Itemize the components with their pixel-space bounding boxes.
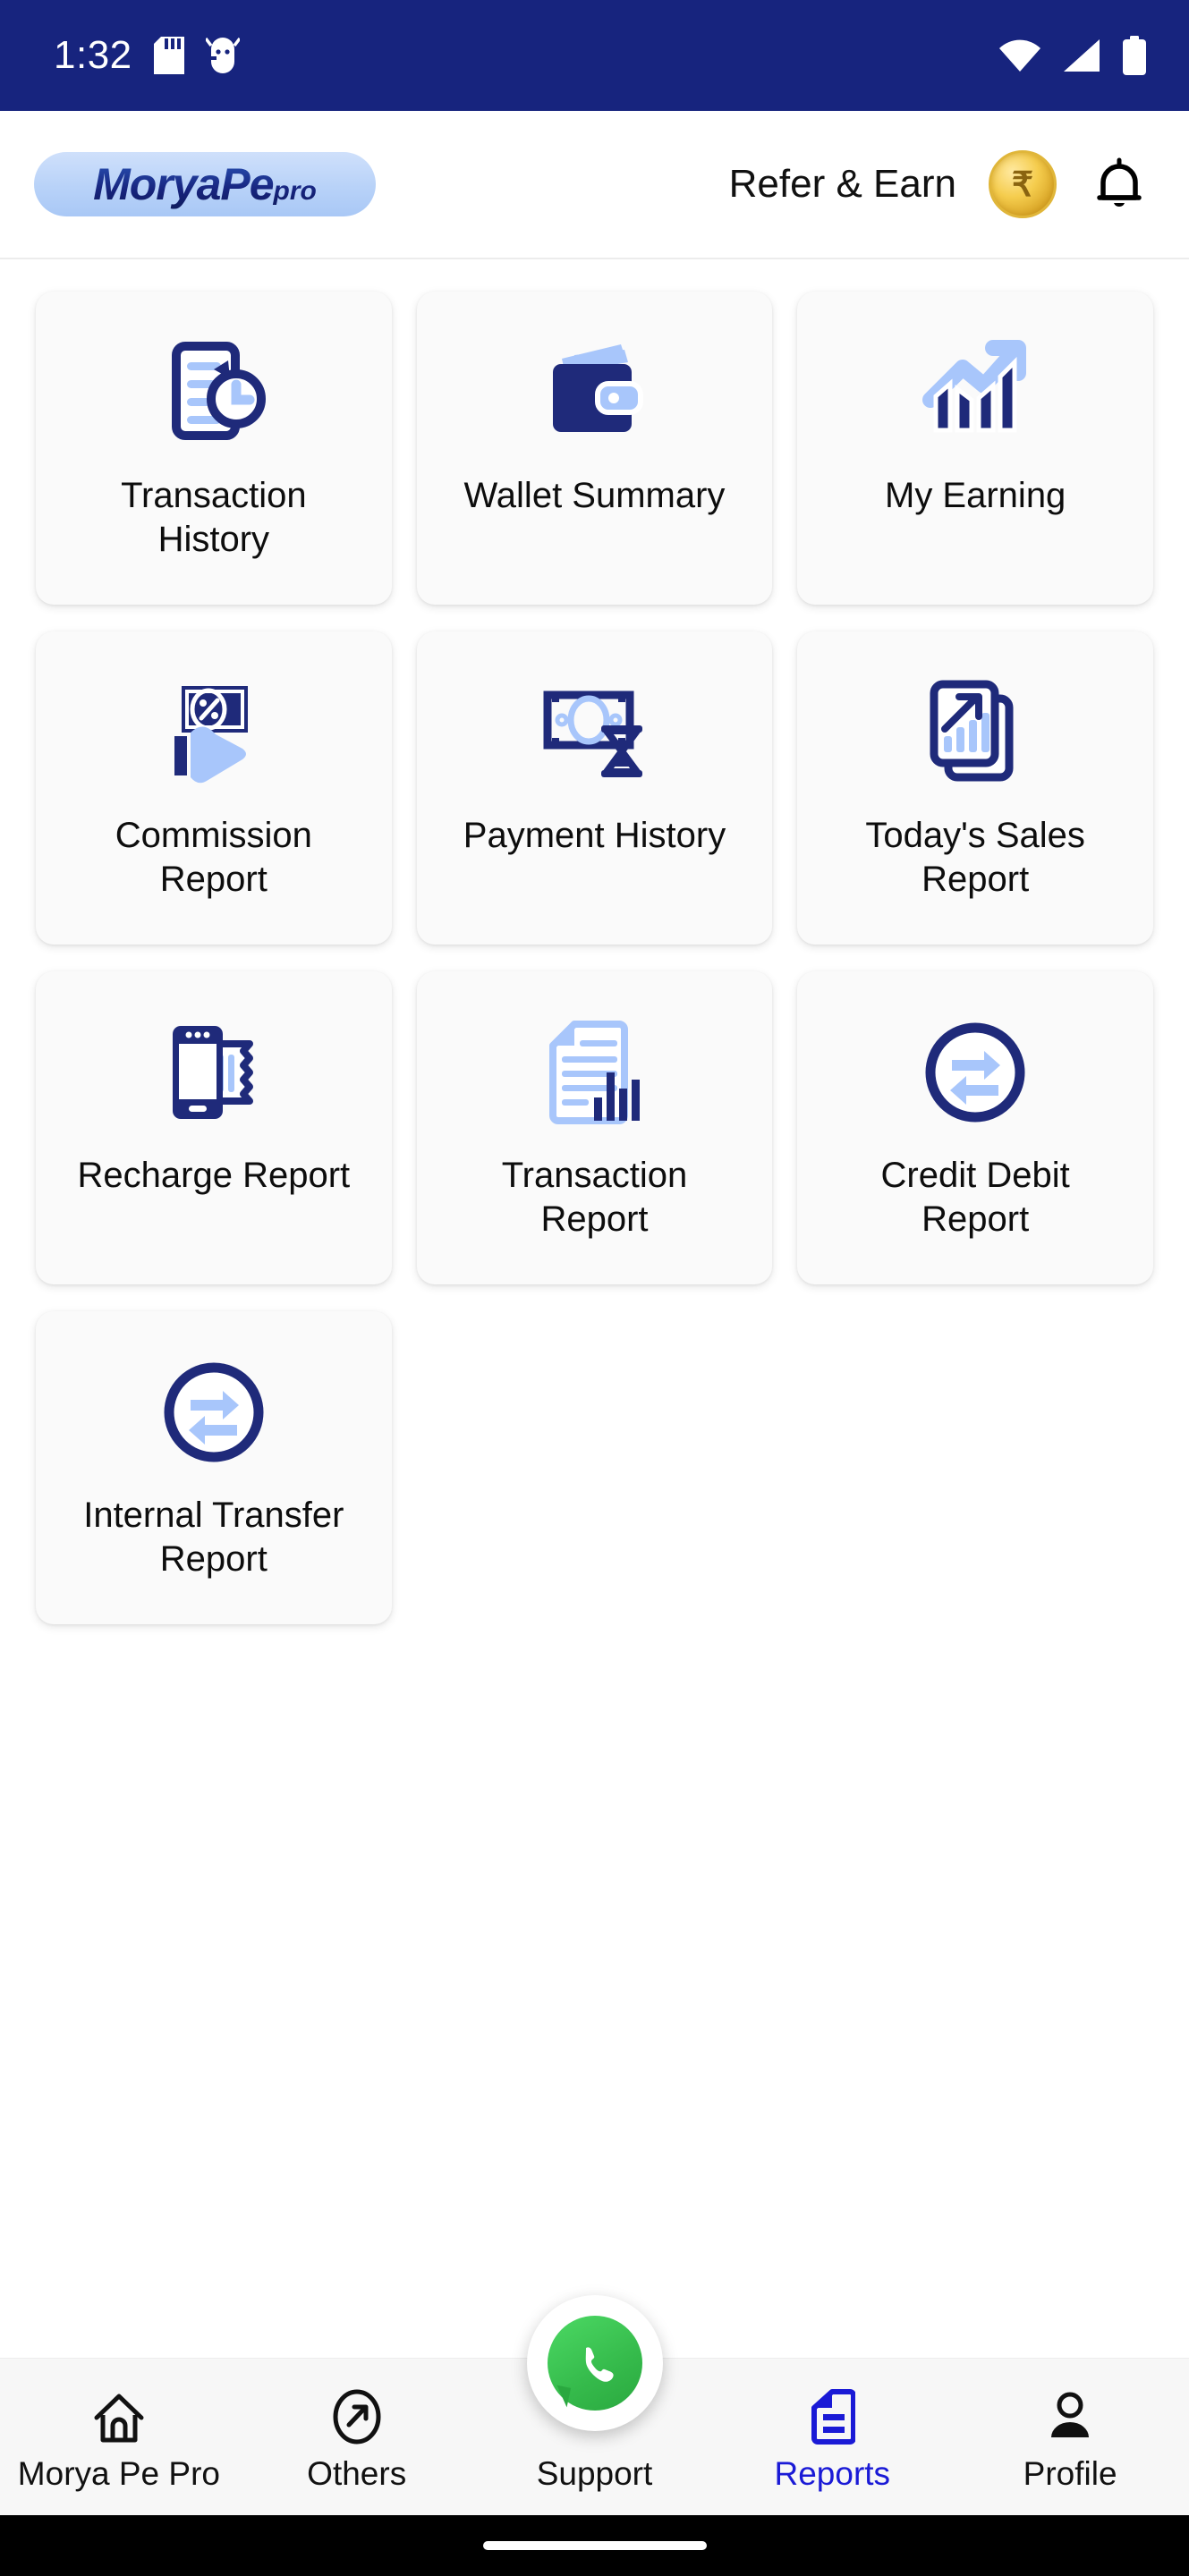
report-card-label: Internal Transfer Report bbox=[83, 1496, 344, 1579]
app-header: MoryaPepro Refer & Earn ₹ bbox=[0, 111, 1189, 259]
android-debug-icon bbox=[205, 37, 240, 73]
report-card-transaction-history[interactable]: Transaction History bbox=[36, 292, 392, 605]
system-gesture-bar bbox=[0, 2515, 1189, 2576]
nav-item-label: Morya Pe Pro bbox=[17, 2454, 220, 2492]
nav-item-label: Profile bbox=[1023, 2454, 1117, 2492]
document-barchart-icon bbox=[429, 1005, 760, 1140]
nav-item-reports[interactable]: Reports bbox=[713, 2382, 951, 2493]
report-card-label: Today's Sales Report bbox=[865, 816, 1085, 899]
status-bar-left: 1:32 bbox=[54, 33, 240, 78]
header-actions: Refer & Earn ₹ bbox=[729, 150, 1150, 218]
report-card-label: Transaction History bbox=[121, 476, 307, 559]
nav-item-label: Others bbox=[307, 2454, 407, 2492]
report-card-payment-history[interactable]: Payment History bbox=[416, 631, 773, 945]
report-card-label: Commission Report bbox=[115, 816, 312, 899]
transfer-arrows-circle-icon bbox=[810, 1005, 1141, 1140]
reports-section: Transaction History Wallet Summary My Ea… bbox=[0, 259, 1189, 1624]
growth-chart-icon bbox=[810, 326, 1141, 460]
report-card-label: Wallet Summary bbox=[463, 476, 726, 515]
phone-receipt-icon bbox=[48, 1005, 379, 1140]
transfer-arrows-circle-icon bbox=[48, 1345, 379, 1479]
app-logo-text: MoryaPepro bbox=[93, 159, 317, 209]
wifi-icon bbox=[999, 39, 1040, 72]
nav-item-label: Support bbox=[536, 2454, 653, 2492]
nav-item-label: Reports bbox=[774, 2454, 891, 2492]
sd-card-icon bbox=[153, 37, 184, 74]
document-history-icon bbox=[48, 326, 379, 460]
nav-item-morya-pe-pro[interactable]: Morya Pe Pro bbox=[0, 2382, 238, 2493]
report-document-icon bbox=[809, 2382, 856, 2445]
status-bar-right bbox=[998, 36, 1148, 75]
status-bar-clock: 1:32 bbox=[54, 33, 132, 77]
status-bar: 1:32 bbox=[0, 0, 1189, 111]
notification-bell-icon[interactable] bbox=[1089, 154, 1150, 215]
report-card-internal-transfer-report[interactable]: Internal Transfer Report bbox=[36, 1311, 392, 1624]
report-card-credit-debit-report[interactable]: Credit Debit Report bbox=[797, 971, 1153, 1284]
cellular-signal-icon bbox=[1064, 39, 1100, 72]
report-card-transaction-report[interactable]: Transaction Report bbox=[416, 971, 773, 1284]
whatsapp-tail bbox=[552, 2385, 571, 2408]
nav-item-others[interactable]: Others bbox=[238, 2382, 476, 2493]
report-card-commission-report[interactable]: Commission Report bbox=[36, 631, 392, 945]
gesture-handle[interactable] bbox=[482, 2541, 707, 2550]
arrow-circle-icon bbox=[329, 2382, 385, 2445]
whatsapp-icon bbox=[547, 2316, 642, 2411]
report-card-label: Recharge Report bbox=[77, 1156, 351, 1195]
hand-percent-money-icon bbox=[48, 665, 379, 800]
person-icon bbox=[1042, 2382, 1098, 2445]
wallet-icon bbox=[429, 326, 760, 460]
rupee-coin-icon[interactable]: ₹ bbox=[989, 150, 1057, 218]
home-icon bbox=[91, 2382, 147, 2445]
reports-grid: Transaction History Wallet Summary My Ea… bbox=[36, 292, 1153, 1624]
report-card-my-earning[interactable]: My Earning bbox=[797, 292, 1153, 605]
report-card-label: Credit Debit Report bbox=[880, 1156, 1070, 1239]
report-card-label: Payment History bbox=[463, 816, 726, 855]
sales-documents-icon bbox=[810, 665, 1141, 800]
app-logo[interactable]: MoryaPepro bbox=[34, 152, 376, 216]
banknote-hourglass-icon bbox=[429, 665, 760, 800]
battery-icon bbox=[1123, 36, 1146, 75]
refer-and-earn-label[interactable]: Refer & Earn bbox=[729, 162, 956, 207]
report-card-label: My Earning bbox=[885, 476, 1066, 515]
report-card-recharge-report[interactable]: Recharge Report bbox=[36, 971, 392, 1284]
report-card-label: Transaction Report bbox=[501, 1156, 688, 1239]
report-card-todays-sales-report[interactable]: Today's Sales Report bbox=[797, 631, 1153, 945]
report-card-wallet-summary[interactable]: Wallet Summary bbox=[416, 292, 773, 605]
whatsapp-support-fab[interactable] bbox=[526, 2295, 663, 2431]
nav-item-profile[interactable]: Profile bbox=[951, 2382, 1189, 2493]
